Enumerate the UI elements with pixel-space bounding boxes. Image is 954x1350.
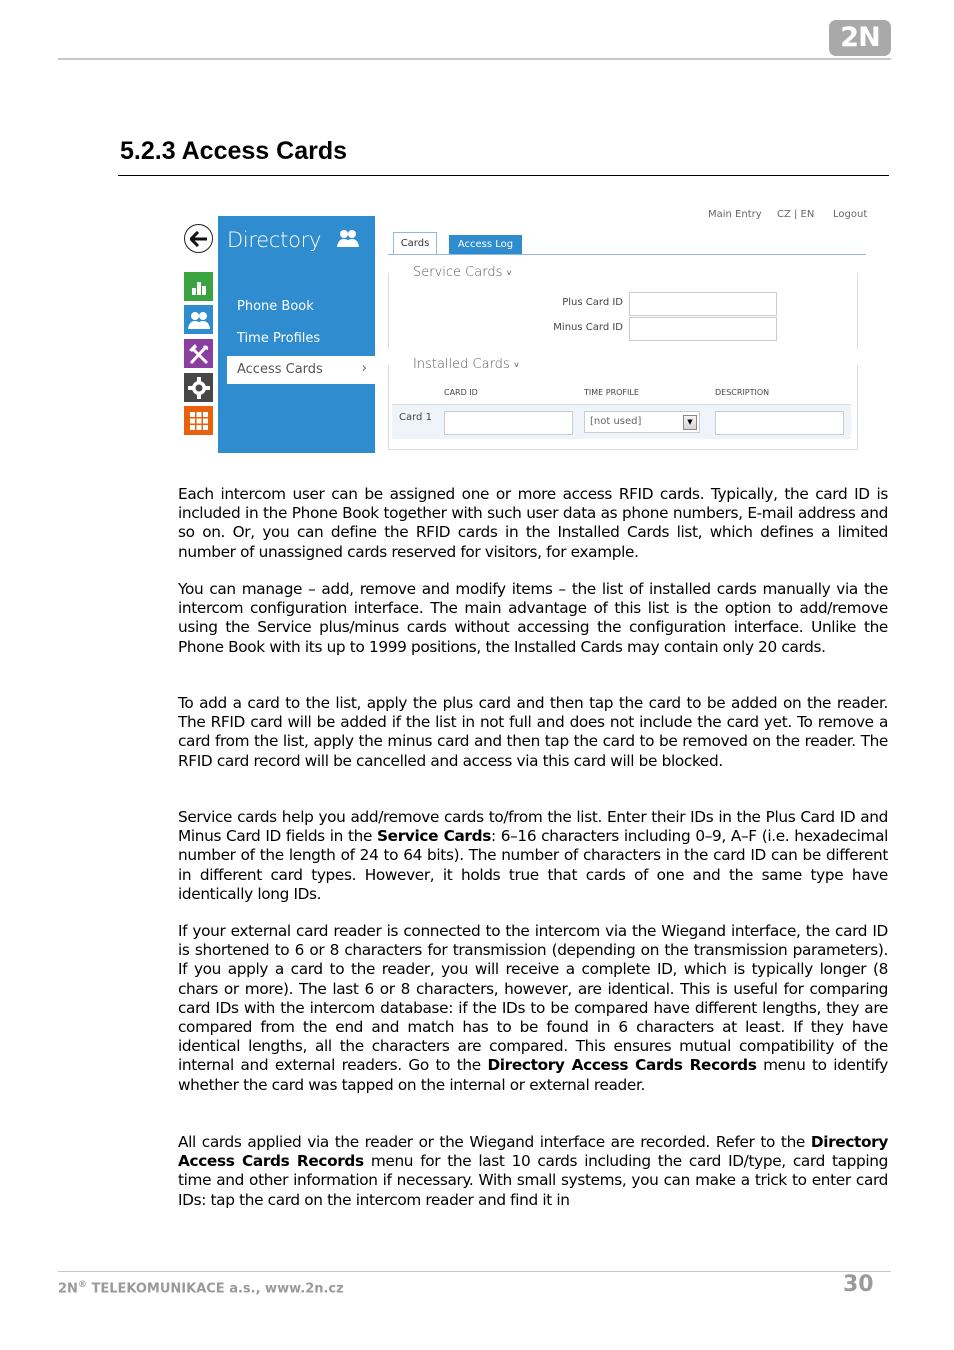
paragraph: Each intercom user can be assigned one o… — [178, 485, 888, 561]
arrow-left-icon — [189, 230, 207, 247]
company-logo: 2N — [829, 20, 891, 56]
nav-status[interactable] — [184, 272, 213, 301]
text-run: All cards applied via the reader or the … — [178, 1133, 811, 1151]
card-id-input[interactable] — [444, 411, 573, 435]
header-divider — [58, 58, 891, 60]
web-interface-screenshot: Directory Phone Book Time Profiles Acces… — [176, 205, 876, 460]
service-cards-title[interactable]: Service Cards ˅ — [411, 265, 514, 280]
plus-card-id-label: Plus Card ID — [562, 297, 623, 308]
menu-item-time-profiles[interactable]: Time Profiles — [237, 331, 320, 346]
tab-access-log[interactable]: Access Log — [449, 235, 522, 254]
plus-card-id-input[interactable] — [629, 292, 777, 316]
dropdown-arrow-icon[interactable]: ▼ — [683, 415, 697, 430]
chevron-down-icon: ˅ — [513, 361, 520, 371]
service-cards-label: Service Cards — [413, 265, 503, 280]
chevron-down-icon: ˅ — [506, 269, 512, 279]
back-button[interactable] — [184, 224, 213, 253]
time-profile-select[interactable]: [not used] ▼ — [584, 411, 700, 433]
tab-cards[interactable]: Cards — [393, 232, 437, 255]
panel-title: Directory — [227, 228, 322, 252]
bold-text: Directory Access Cards Records — [487, 1056, 757, 1075]
row-label: Card 1 — [399, 412, 432, 423]
main-entry-link[interactable]: Main Entry — [708, 209, 762, 220]
section-title: 5.2.3 Access Cards — [120, 137, 348, 165]
chevron-right-icon: › — [361, 361, 367, 376]
language-switch[interactable]: CZ | EN — [777, 209, 814, 220]
paragraph: If your external card reader is connecte… — [178, 922, 888, 1095]
paragraph: All cards applied via the reader or the … — [178, 1133, 888, 1210]
text-run: If your external card reader is connecte… — [178, 922, 888, 1075]
installed-cards-title[interactable]: Installed Cards ˅ — [411, 357, 522, 372]
tools-icon — [188, 343, 208, 364]
nav-hardware[interactable] — [184, 339, 213, 368]
bold-text: Service Cards — [377, 827, 491, 846]
minus-card-id-input[interactable] — [629, 317, 777, 341]
column-header-card-id: CARD ID — [444, 388, 478, 397]
users-icon — [187, 311, 210, 329]
users-icon — [337, 230, 359, 247]
menu-item-label: Access Cards — [237, 362, 323, 377]
page-number: 30 — [843, 1272, 874, 1297]
nav-services[interactable] — [184, 373, 213, 402]
paragraph: You can manage – add, remove and modify … — [178, 580, 888, 656]
footer-divider — [58, 1271, 891, 1272]
description-input[interactable] — [715, 411, 844, 435]
column-header-time-profile: TIME PROFILE — [584, 388, 639, 397]
registered-mark: ® — [77, 1280, 87, 1290]
minus-card-id-label: Minus Card ID — [553, 322, 623, 333]
select-value: [not used] — [590, 416, 642, 427]
footer-company: 2N® TELEKOMUNIKACE a.s., www.2n.cz — [58, 1280, 344, 1296]
menu-item-access-cards[interactable]: Access Cards › — [227, 356, 375, 384]
bar-chart-icon — [191, 281, 206, 295]
directory-panel: Directory Phone Book Time Profiles Acces… — [218, 216, 375, 453]
paragraph: To add a card to the list, apply the plu… — [178, 694, 888, 770]
tabs-divider — [388, 254, 866, 255]
text-run: 2N — [58, 1281, 78, 1297]
nav-directory[interactable] — [184, 305, 213, 334]
installed-cards-label: Installed Cards — [413, 357, 510, 372]
gear-icon — [187, 376, 210, 399]
nav-system[interactable] — [184, 406, 213, 435]
service-cards-frame — [388, 273, 858, 349]
grid-icon — [189, 411, 208, 430]
menu-item-phone-book[interactable]: Phone Book — [237, 299, 314, 314]
column-header-description: DESCRIPTION — [715, 388, 770, 397]
paragraph: Service cards help you add/remove cards … — [178, 808, 888, 904]
text-run: TELEKOMUNIKACE a.s., www.2n.cz — [86, 1281, 344, 1297]
logout-link[interactable]: Logout — [833, 209, 867, 220]
title-underline — [118, 175, 889, 176]
